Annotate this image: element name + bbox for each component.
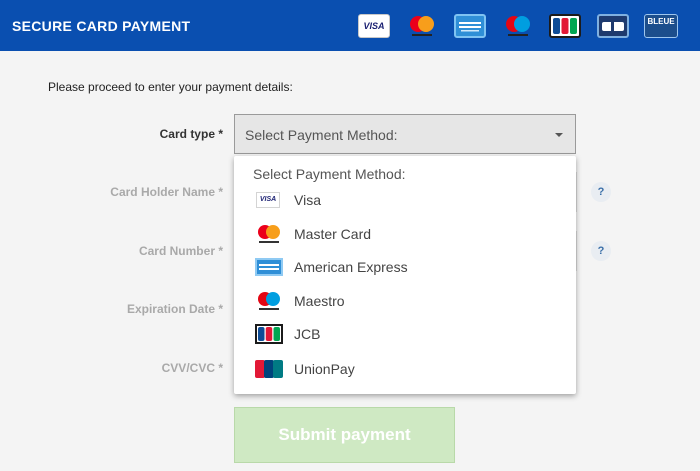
option-visa[interactable]: VISA Visa: [234, 186, 576, 216]
dropdown-header: Select Payment Method:: [253, 166, 406, 182]
option-label: Maestro: [294, 293, 345, 309]
jcb-logo-icon: [549, 14, 581, 38]
jcb-icon: [255, 324, 283, 344]
cvv-label: CVV/CVC *: [161, 361, 223, 375]
expiration-date-label: Expiration Date *: [126, 302, 223, 316]
visa-logo-icon: VISA: [358, 14, 390, 38]
mastercard-logo-icon: [410, 16, 434, 36]
visa-icon: VISA: [256, 192, 280, 208]
submit-payment-button[interactable]: Submit payment: [234, 407, 455, 463]
form-intro-text: Please proceed to enter your payment det…: [48, 80, 293, 94]
card-type-select-value: Select Payment Method:: [245, 127, 398, 143]
option-label: Visa: [294, 192, 321, 208]
card-type-select[interactable]: Select Payment Method:: [234, 114, 576, 154]
card-holder-label: Card Holder Name *: [110, 185, 223, 199]
maestro-logo-icon: [506, 16, 530, 36]
option-maestro[interactable]: Maestro: [234, 287, 576, 317]
cb-logo-icon: [597, 14, 629, 38]
amex-icon: [255, 258, 283, 276]
card-number-help-icon[interactable]: ?: [591, 241, 611, 261]
chevron-down-icon: [555, 133, 563, 137]
amex-logo-icon: [454, 14, 486, 38]
option-mastercard[interactable]: Master Card: [234, 220, 576, 250]
option-unionpay[interactable]: UnionPay: [234, 355, 576, 385]
option-label: American Express: [294, 259, 408, 275]
unionpay-icon: [255, 360, 283, 378]
carte-bleue-logo-icon: BLEUE: [644, 14, 678, 38]
card-type-label: Card type *: [159, 127, 223, 141]
payment-method-dropdown: Select Payment Method: VISA Visa Master …: [234, 156, 576, 394]
card-holder-help-icon[interactable]: ?: [591, 182, 611, 202]
mastercard-icon: [258, 225, 280, 243]
payment-header: SECURE CARD PAYMENT VISA BLEUE: [0, 0, 700, 51]
option-label: JCB: [294, 326, 321, 342]
header-title: SECURE CARD PAYMENT: [12, 18, 191, 34]
option-label: UnionPay: [294, 361, 355, 377]
option-jcb[interactable]: JCB: [234, 320, 576, 350]
option-label: Master Card: [294, 226, 372, 242]
option-amex[interactable]: American Express: [234, 253, 576, 283]
card-number-label: Card Number *: [138, 244, 223, 258]
maestro-icon: [258, 292, 280, 310]
